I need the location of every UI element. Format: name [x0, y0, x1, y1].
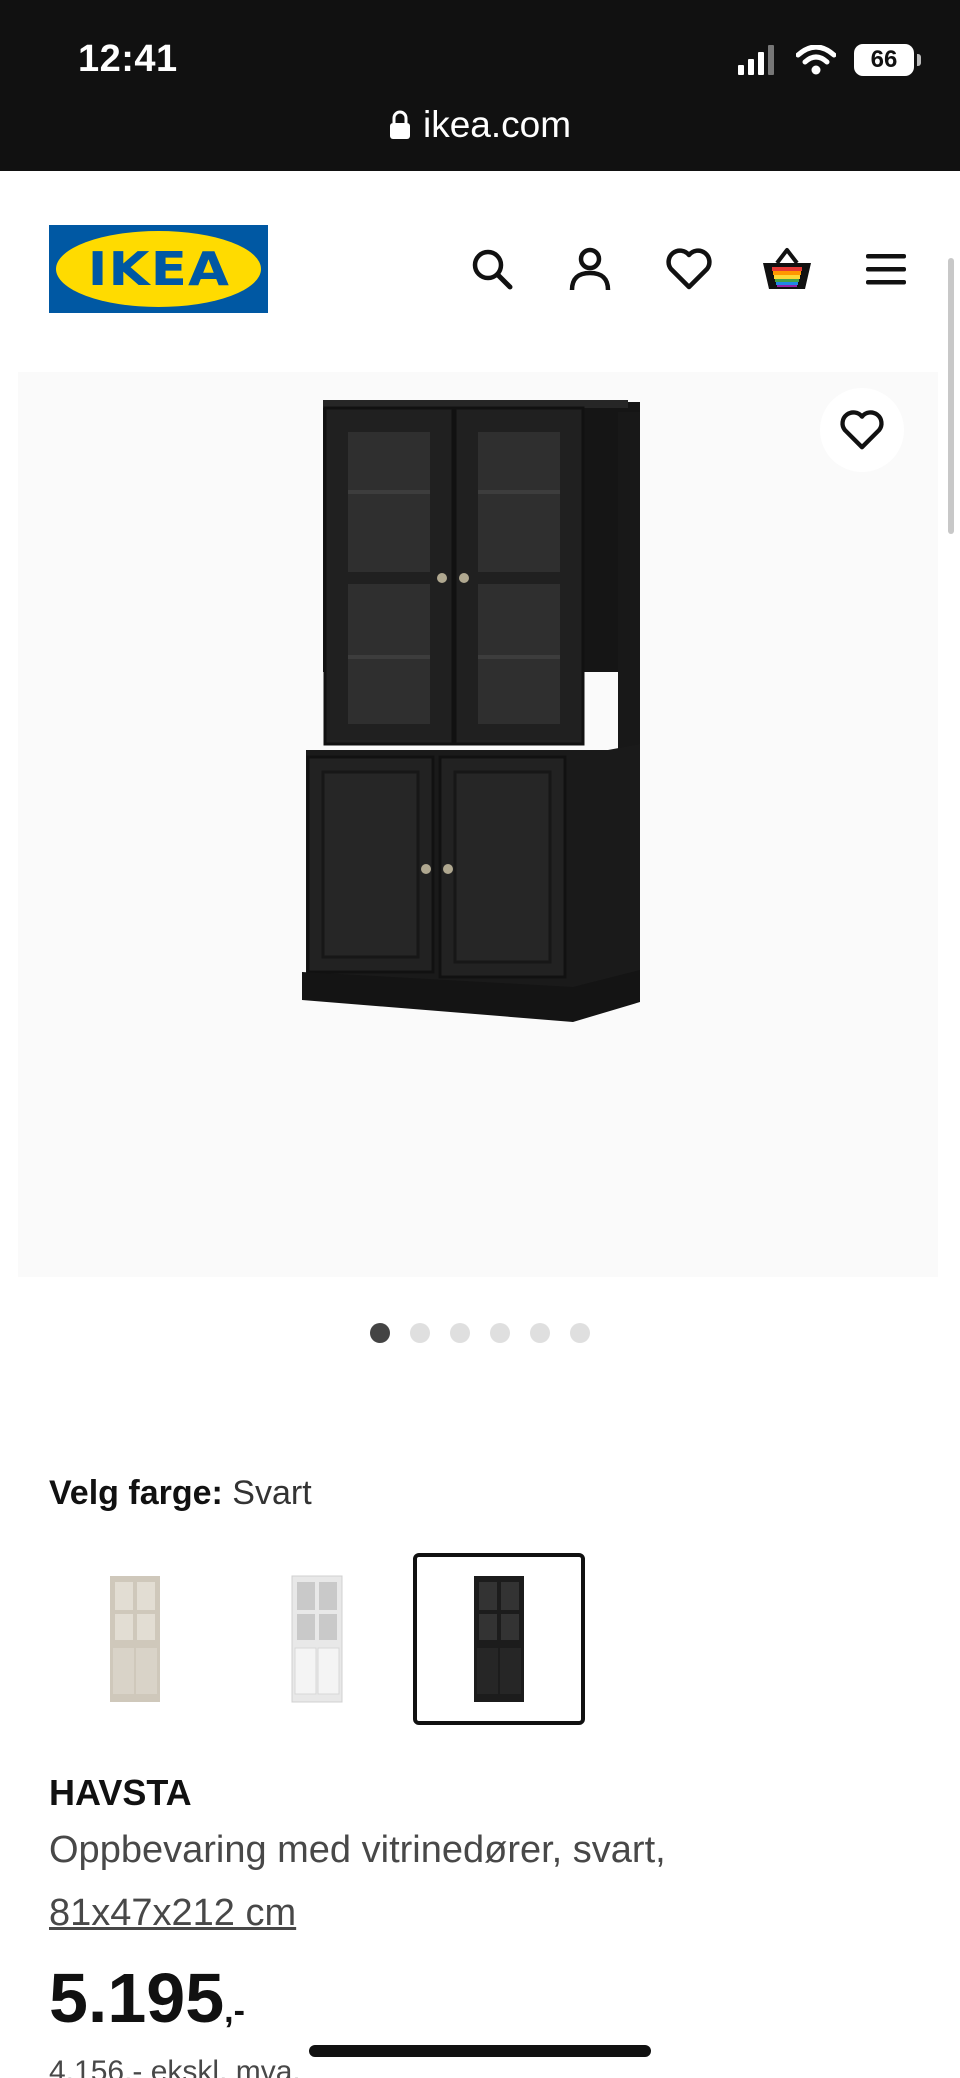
page-scrollbar[interactable] — [948, 258, 954, 534]
status-icons: 66 — [738, 42, 921, 78]
gallery-dot[interactable] — [570, 1323, 590, 1343]
search-icon[interactable] — [462, 239, 522, 299]
cabinet-thumb-white — [291, 1575, 343, 1703]
gallery-dot[interactable] — [370, 1323, 390, 1343]
gallery-dot[interactable] — [450, 1323, 470, 1343]
url-text: ikea.com — [422, 104, 572, 145]
signal-icon — [738, 45, 774, 75]
color-label-title: Velg farge: — [49, 1474, 223, 1512]
cabinet-thumb-black — [474, 1576, 524, 1702]
product-description: Oppbevaring med vitrinedører, svart, — [49, 1829, 666, 1871]
clock: 12:41 — [78, 38, 178, 80]
wishlist-icon[interactable] — [659, 239, 719, 299]
lock-icon — [389, 110, 410, 139]
gallery-dot[interactable] — [490, 1323, 510, 1343]
cart-icon[interactable] — [757, 239, 817, 299]
home-indicator[interactable] — [309, 2045, 651, 2057]
price-value: 5.195 — [49, 1959, 225, 2037]
cabinet-thumb-beige — [110, 1576, 160, 1702]
user-icon[interactable] — [560, 239, 620, 299]
price-suffix: ,- — [224, 1992, 245, 2030]
color-swatch-black[interactable] — [413, 1553, 585, 1725]
battery-indicator: 66 — [854, 44, 921, 76]
logo-oval: IKEA — [56, 231, 261, 307]
cabinet-illustration — [302, 400, 640, 1022]
gallery-pagination — [0, 1323, 960, 1343]
wifi-icon — [796, 45, 836, 75]
menu-icon[interactable] — [856, 239, 916, 299]
product-price: 5.195,- — [49, 1958, 245, 2038]
product-size-link[interactable]: 81x47x212 cm — [49, 1892, 296, 1935]
color-label-value: Svart — [232, 1474, 312, 1512]
logo-text: IKEA — [87, 242, 230, 296]
heart-icon — [840, 410, 884, 450]
gallery-dot[interactable] — [530, 1323, 550, 1343]
address-bar[interactable]: ikea.com — [0, 104, 960, 146]
gallery-dot[interactable] — [410, 1323, 430, 1343]
product-name: HAVSTA — [49, 1772, 192, 1813]
product-image[interactable] — [18, 372, 938, 1277]
color-swatch-white[interactable] — [231, 1553, 403, 1725]
site-header: IKEA — [0, 171, 960, 371]
price-ex-vat: 4.156,- ekskl. mva. — [49, 2055, 301, 2078]
status-bar: 12:41 66 ikea.com — [0, 0, 960, 171]
color-swatch-beige[interactable] — [49, 1553, 221, 1725]
favorite-button[interactable] — [820, 388, 904, 472]
color-label: Velg farge: Svart — [49, 1474, 312, 1513]
ikea-logo[interactable]: IKEA — [49, 225, 268, 313]
